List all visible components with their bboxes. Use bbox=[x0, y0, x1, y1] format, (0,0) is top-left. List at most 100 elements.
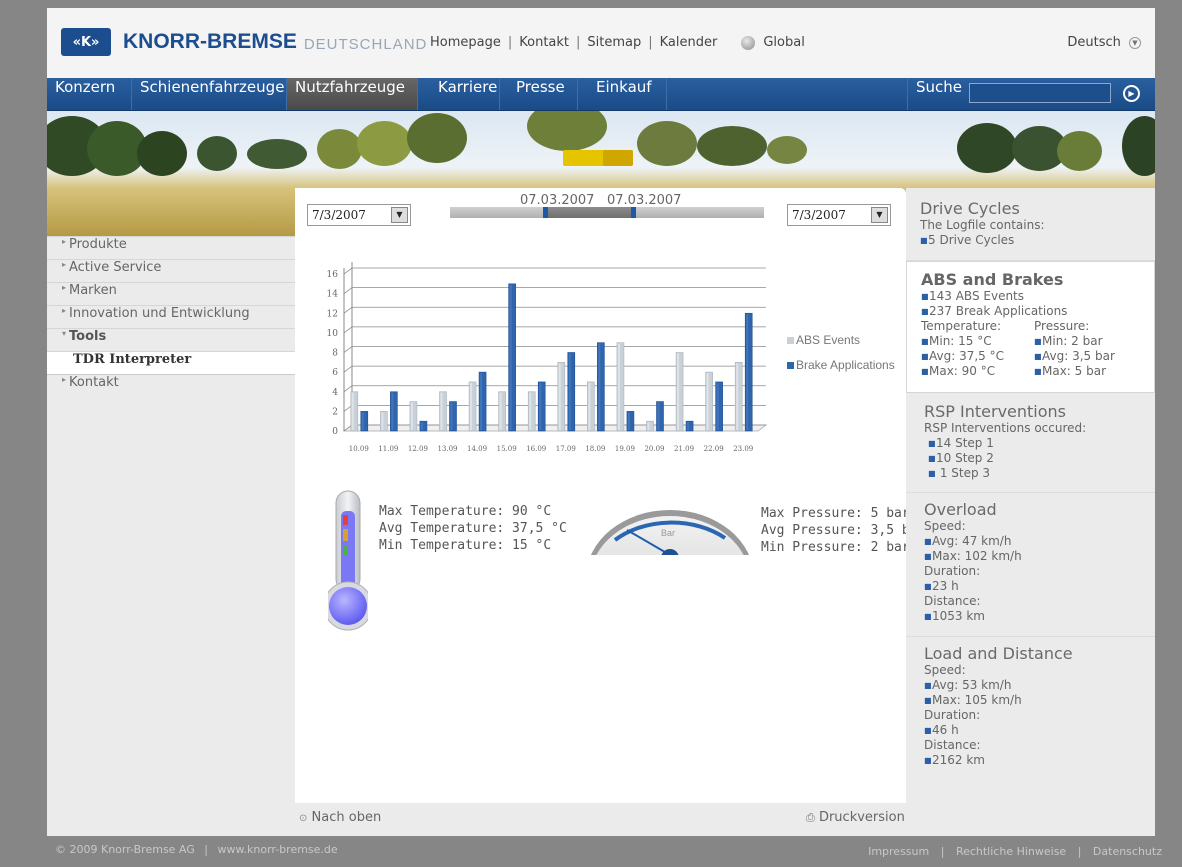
footer-link-datenschutz[interactable]: Datenschutz bbox=[1093, 845, 1162, 858]
legend-swatch bbox=[787, 362, 794, 370]
bar-highlight bbox=[351, 392, 354, 430]
leftnav-item-innovation[interactable]: ▸ Innovation und Entwicklung bbox=[47, 305, 295, 328]
load-speed-max: ■Max: 105 km/h bbox=[924, 693, 1022, 707]
footer-link-impressum[interactable]: Impressum bbox=[868, 845, 929, 858]
bullet-icon: ■ bbox=[924, 696, 932, 705]
search-label: Suche bbox=[907, 78, 976, 110]
grid-diagonal bbox=[343, 306, 353, 314]
global-link[interactable]: Global bbox=[763, 35, 804, 50]
leftnav-item-tdr-interpreter[interactable]: TDR Interpreter bbox=[47, 351, 295, 375]
footer-site-link[interactable]: www.knorr-bremse.de bbox=[218, 843, 338, 856]
rsp-occured-label: RSP Interventions occured: bbox=[924, 421, 1087, 435]
bar-highlight bbox=[539, 382, 542, 430]
nav-item-karriere[interactable]: Karriere bbox=[418, 78, 500, 110]
arrow-up-circle-icon: ⊙ bbox=[299, 813, 308, 824]
dropdown-arrow-icon[interactable]: ▼ bbox=[871, 207, 888, 223]
overload-section: Overload Speed: ■Avg: 47 km/h ■Max: 102 … bbox=[906, 493, 1155, 637]
temperature-heading: Temperature: bbox=[921, 319, 1002, 333]
grid-diagonal bbox=[343, 267, 353, 275]
pressure-stats: Max Pressure: 5 bar Avg Pressure: 3,5 bar… bbox=[761, 505, 925, 556]
y-tick-label: 2 bbox=[332, 407, 338, 417]
footer-copyright: © 2009 Knorr-Bremse AG | www.knorr-brems… bbox=[55, 843, 338, 856]
triangle-right-icon: ▸ bbox=[62, 237, 67, 246]
slider-handle-from[interactable] bbox=[543, 207, 548, 218]
top-link-kontakt[interactable]: Kontakt bbox=[519, 35, 569, 50]
chart-floor bbox=[342, 424, 768, 432]
bar-highlight bbox=[410, 402, 413, 430]
y-tick-label: 8 bbox=[332, 349, 338, 359]
triangle-right-icon: ▸ bbox=[62, 283, 67, 292]
leftnav-item-active-service[interactable]: ▸ Active Service bbox=[47, 259, 295, 282]
footer-link-rechtliche-hinweise[interactable]: Rechtliche Hinweise bbox=[956, 845, 1066, 858]
bullet-icon: ■ bbox=[924, 681, 932, 690]
leftnav-item-kontakt[interactable]: ▸ Kontakt bbox=[47, 375, 295, 397]
rsp-interventions-title: RSP Interventions bbox=[924, 402, 1066, 421]
leftnav-item-marken[interactable]: ▸ Marken bbox=[47, 282, 295, 305]
top-link-kalender[interactable]: Kalender bbox=[660, 35, 718, 50]
x-tick-label: 13.09 bbox=[437, 445, 457, 453]
bar-highlight bbox=[440, 392, 443, 430]
bar-highlight bbox=[736, 363, 739, 430]
nav-item-konzern[interactable]: Konzern bbox=[47, 78, 132, 110]
print-version-link[interactable]: ⎙ Druckversion bbox=[806, 810, 905, 825]
bullet-icon: ■ bbox=[921, 307, 929, 316]
nav-item-presse[interactable]: Presse bbox=[500, 78, 578, 110]
globe-icon[interactable] bbox=[741, 35, 756, 50]
bullet-icon: ■ bbox=[1034, 352, 1042, 361]
load-duration: ■46 h bbox=[924, 723, 959, 737]
back-to-top-link[interactable]: ⊙ Nach oben bbox=[299, 810, 381, 825]
grid-diagonal bbox=[343, 326, 353, 334]
max-temperature: Max Temperature: 90 °C bbox=[379, 504, 552, 519]
bar-highlight bbox=[568, 353, 571, 430]
brand-name: KNORR-BREMSE bbox=[123, 30, 297, 53]
search-submit-icon[interactable]: ▶ bbox=[1123, 85, 1140, 102]
nav-item-nutzfahrzeuge[interactable]: Nutzfahrzeuge bbox=[287, 78, 418, 110]
bullet-icon: ■ bbox=[1034, 337, 1042, 346]
bullet-icon: ■ bbox=[1034, 367, 1042, 376]
x-tick-label: 14.09 bbox=[467, 445, 487, 453]
bar-highlight bbox=[529, 392, 532, 430]
x-tick-label: 15.09 bbox=[497, 445, 517, 453]
site-header: «K» KNORR-BREMSE DEUTSCHLAND Homepage | … bbox=[47, 8, 1155, 78]
date-to-select[interactable]: 7/3/2007 ▼ bbox=[787, 204, 891, 226]
drive-cycles-count: ■5 Drive Cycles bbox=[920, 233, 1015, 247]
drive-cycles-title: Drive Cycles bbox=[920, 199, 1020, 218]
abs-brake-bar-chart: 0 2 4 6 8 10 12 14 16 10.09 11.09 12.09 13.09 14.09 15… bbox=[327, 262, 768, 453]
nav-item-schienenfahrzeuge[interactable]: Schienenfahrzeuge bbox=[132, 78, 287, 110]
bar-highlight bbox=[509, 284, 512, 430]
gauge-unit-label: Bar bbox=[661, 528, 675, 538]
bar-highlight bbox=[480, 373, 483, 430]
top-link-homepage[interactable]: Homepage bbox=[430, 35, 501, 50]
slider-from-label: 07.03.2007 bbox=[520, 193, 595, 208]
leftnav-item-produkte[interactable]: ▸ Produkte bbox=[47, 236, 295, 259]
brand-logo[interactable]: «K» KNORR-BREMSE DEUTSCHLAND bbox=[61, 27, 427, 57]
slider-handle-to[interactable] bbox=[631, 207, 636, 218]
top-link-sitemap[interactable]: Sitemap bbox=[587, 35, 641, 50]
language-select[interactable]: Deutsch ▼ bbox=[1067, 35, 1141, 50]
bullet-icon: ■ bbox=[928, 469, 936, 478]
printer-icon: ⎙ bbox=[806, 811, 815, 824]
break-applications-count: ■237 Break Applications bbox=[921, 304, 1068, 318]
bullet-icon: ■ bbox=[924, 756, 932, 765]
triangle-right-icon: ▸ bbox=[62, 260, 67, 269]
overload-distance: ■1053 km bbox=[924, 609, 985, 623]
slider-to-label: 07.03.2007 bbox=[607, 193, 682, 208]
search-input[interactable] bbox=[969, 83, 1111, 103]
left-nav: ▸ Produkte ▸ Active Service ▸ Marken ▸ Innov… bbox=[47, 236, 295, 397]
x-tick-label: 22.09 bbox=[704, 445, 724, 453]
bar-highlight bbox=[627, 412, 630, 430]
press-min: ■Min: 2 bar bbox=[1034, 334, 1103, 348]
legend-item-brake-applications: Brake Applications bbox=[787, 358, 895, 372]
knorr-bremse-logo-icon: «K» bbox=[61, 28, 111, 56]
date-from-select[interactable]: 7/3/2007 ▼ bbox=[307, 204, 411, 226]
overload-distance-label: Distance: bbox=[924, 594, 981, 608]
bullet-icon: ■ bbox=[928, 439, 936, 448]
load-speed-avg: ■Avg: 53 km/h bbox=[924, 678, 1012, 692]
dropdown-arrow-icon[interactable]: ▼ bbox=[391, 207, 408, 223]
bar-highlight bbox=[470, 382, 473, 430]
leftnav-item-tools[interactable]: ▾ Tools bbox=[47, 328, 295, 351]
x-tick-label: 19.09 bbox=[615, 445, 635, 453]
nav-item-einkauf[interactable]: Einkauf bbox=[578, 78, 667, 110]
bar-highlight bbox=[558, 363, 561, 430]
load-speed-label: Speed: bbox=[924, 663, 966, 677]
